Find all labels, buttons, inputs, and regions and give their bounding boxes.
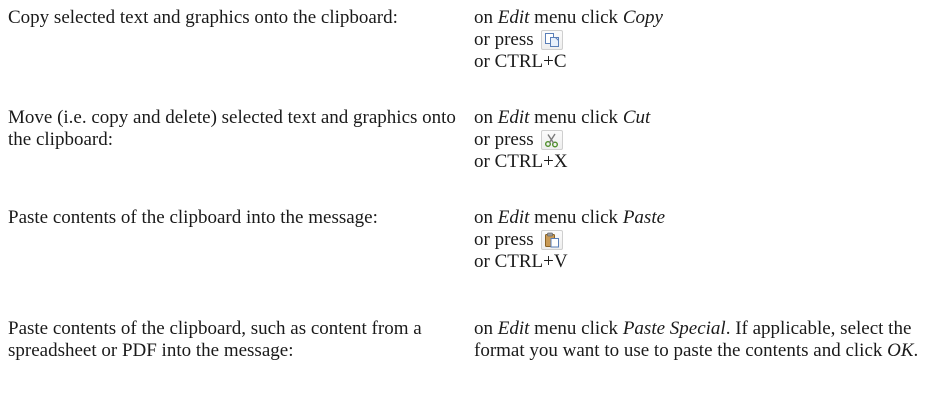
ok-button-name: OK [887, 340, 914, 361]
command-name: Cut [622, 107, 651, 128]
cut-button[interactable] [541, 130, 564, 150]
press-label: or press [474, 229, 534, 250]
menu-mid: menu click [529, 107, 623, 128]
task-description: Paste contents of the clipboard into the… [8, 207, 463, 229]
menu-mid: menu click [529, 7, 623, 28]
menu-prefix: on [474, 7, 498, 28]
description-text: Copy selected text and graphics onto the… [8, 7, 398, 28]
command-name: Paste [622, 207, 666, 228]
clipboard-paste-icon [545, 232, 560, 248]
menu-name: Edit [497, 318, 530, 339]
menu-name: Edit [497, 207, 530, 228]
task-description: Move (i.e. copy and delete) selected tex… [8, 107, 463, 151]
menu-mid: menu click [529, 207, 623, 228]
menu-mid: menu click [529, 318, 623, 339]
shortcut-instruction: or CTRL+X [474, 151, 568, 172]
task-description: Paste contents of the clipboard, such as… [8, 318, 463, 362]
menu-prefix: on [474, 207, 498, 228]
toolbar-instruction: or press [474, 129, 943, 151]
final-punctuation: . [913, 340, 919, 361]
menu-instruction: on Edit menu click Paste Special. If app… [474, 318, 918, 361]
description-text: Paste contents of the clipboard into the… [8, 207, 378, 228]
task-description: Copy selected text and graphics onto the… [8, 7, 463, 29]
task-instructions: on Edit menu click Cut or press or CTRL+… [474, 107, 943, 173]
menu-instruction: on Edit menu click Paste [474, 207, 943, 229]
command-name: Paste Special [622, 318, 726, 339]
command-name: Copy [622, 7, 663, 28]
scissors-icon [545, 133, 559, 148]
press-label: or press [474, 29, 534, 50]
menu-instruction: on Edit menu click Cut [474, 107, 943, 129]
task-instructions: on Edit menu click Paste Special. If app… [474, 318, 943, 362]
copy-button[interactable] [541, 30, 564, 50]
shortcut-instruction: or CTRL+V [474, 251, 568, 272]
menu-name: Edit [497, 107, 530, 128]
menu-instruction: on Edit menu click Copy [474, 7, 943, 29]
press-label: or press [474, 129, 534, 150]
paste-button[interactable] [541, 230, 564, 250]
menu-prefix: on [474, 107, 498, 128]
menu-prefix: on [474, 318, 498, 339]
task-instructions: on Edit menu click Paste or press or CTR… [474, 207, 943, 273]
description-text: Move (i.e. copy and delete) selected tex… [8, 107, 456, 150]
task-instructions: on Edit menu click Copy or press or CTRL… [474, 7, 943, 73]
description-text: Paste contents of the clipboard, such as… [8, 318, 422, 361]
shortcut-instruction: or CTRL+C [474, 51, 567, 72]
copy-icon [545, 33, 560, 47]
toolbar-instruction: or press [474, 229, 943, 251]
toolbar-instruction: or press [474, 29, 943, 51]
menu-name: Edit [497, 7, 530, 28]
